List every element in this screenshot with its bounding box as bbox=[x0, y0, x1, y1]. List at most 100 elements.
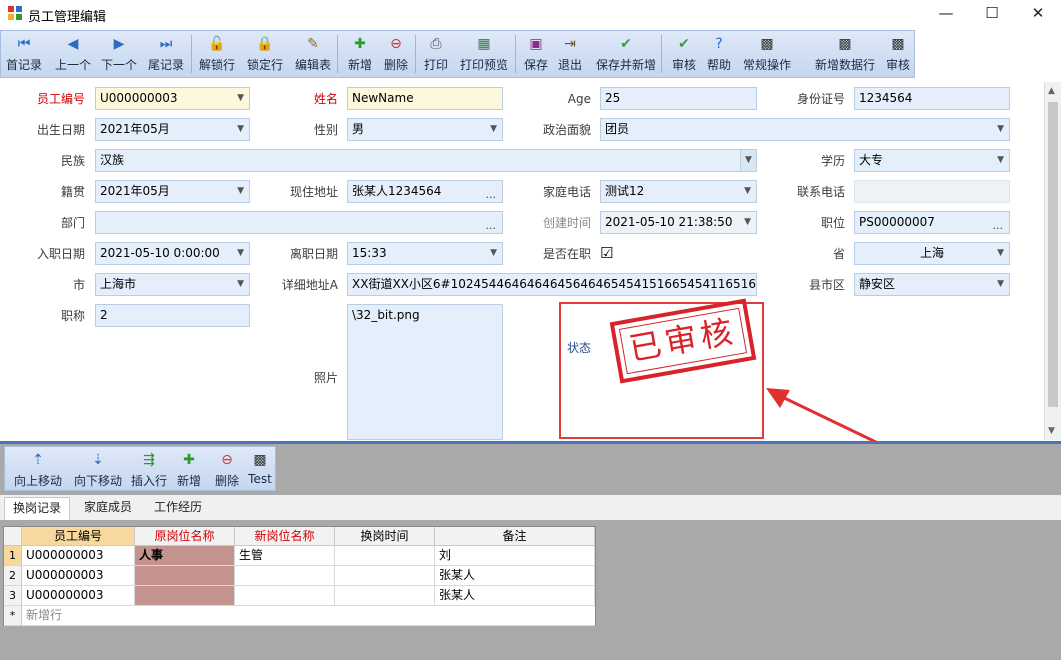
add-button[interactable]: ✚ 新增 bbox=[173, 449, 205, 491]
close-button[interactable]: ✕ bbox=[1015, 0, 1061, 28]
id-card-field[interactable]: 1234564 bbox=[854, 87, 1010, 110]
title-bar: 员工管理编辑 — ☐ ✕ bbox=[0, 0, 1061, 28]
gender-field[interactable]: 男 ▼ bbox=[347, 118, 503, 141]
table-cell[interactable] bbox=[335, 566, 435, 586]
table-cell[interactable]: 生管 bbox=[235, 546, 335, 566]
leave-date-field[interactable]: 15:33 ▼ bbox=[347, 242, 503, 265]
home-phone-field[interactable]: 测试12 ▼ bbox=[600, 180, 757, 203]
native-field[interactable]: 2021年05月 ▼ bbox=[95, 180, 250, 203]
is-active-checkbox[interactable]: ☑ bbox=[600, 244, 613, 262]
move-up-button[interactable]: ⇡ 向上移动 bbox=[9, 449, 67, 491]
scroll-down-icon[interactable]: ▼ bbox=[1048, 426, 1055, 436]
help-button[interactable]: ? 帮助 bbox=[703, 33, 735, 75]
grid-corner bbox=[4, 527, 22, 546]
lock-button[interactable]: 🔒 锁定行 bbox=[245, 33, 285, 75]
button-label: 首记录 bbox=[5, 58, 42, 72]
toolbar-separator bbox=[191, 35, 192, 73]
print-button[interactable]: ⎙ 打印 bbox=[419, 33, 453, 75]
chevron-down-icon: ▼ bbox=[237, 186, 244, 196]
address-field[interactable]: 张某人1234564... bbox=[347, 180, 503, 203]
photo-field[interactable]: \32_bit.png bbox=[347, 304, 503, 440]
save-and-new-button[interactable]: ✔ 保存并新增 bbox=[591, 33, 661, 75]
ellipsis-icon[interactable]: ... bbox=[486, 219, 497, 233]
scroll-thumb[interactable] bbox=[1048, 102, 1058, 407]
common-ops-button[interactable]: ▩ 常规操作 bbox=[739, 33, 795, 75]
last-record-button[interactable]: ⏭ 尾记录 bbox=[145, 33, 187, 75]
add-data-row-button[interactable]: ▩ 新增数据行 bbox=[809, 33, 881, 75]
politics-field[interactable]: 团员 ▼ bbox=[600, 118, 1010, 141]
ellipsis-icon[interactable]: ... bbox=[993, 219, 1004, 233]
col-header-remark[interactable]: 备注 bbox=[435, 527, 595, 546]
col-header-emp-no[interactable]: 员工编号 bbox=[22, 527, 135, 546]
form-scrollbar[interactable]: ▲ ▼ bbox=[1044, 82, 1061, 440]
table-cell[interactable]: U000000003 bbox=[22, 546, 135, 566]
table-cell[interactable] bbox=[335, 586, 435, 606]
district-field[interactable]: 静安区 ▼ bbox=[854, 273, 1010, 296]
join-date-field[interactable]: 2021-05-10 0:00:00 ▼ bbox=[95, 242, 250, 265]
edit-table-button[interactable]: ✎ 编辑表 bbox=[291, 33, 335, 75]
birth-field[interactable]: 2021年05月 ▼ bbox=[95, 118, 250, 141]
add-button[interactable]: ✚ 新增 bbox=[343, 33, 377, 75]
table-cell[interactable] bbox=[135, 566, 235, 586]
table-cell[interactable] bbox=[135, 586, 235, 606]
maximize-button[interactable]: ☐ bbox=[969, 0, 1015, 28]
education-field[interactable]: 大专 ▼ bbox=[854, 149, 1010, 172]
col-header-new-post[interactable]: 新岗位名称 bbox=[235, 527, 335, 546]
title-field[interactable]: 2 bbox=[95, 304, 250, 327]
province-field[interactable]: 上海 ▼ bbox=[854, 242, 1010, 265]
unlock-button[interactable]: 🔓 解锁行 bbox=[197, 33, 237, 75]
ellipsis-icon[interactable]: ... bbox=[486, 188, 497, 202]
tab-transfer-records[interactable]: 换岗记录 bbox=[4, 497, 71, 520]
test-button[interactable]: ▩ Test bbox=[245, 449, 275, 491]
add-data-row-icon: ▩ bbox=[838, 36, 852, 52]
minimize-button[interactable]: — bbox=[923, 0, 969, 28]
row-header[interactable]: 3 bbox=[4, 586, 22, 606]
age-field[interactable]: 25 bbox=[600, 87, 757, 110]
new-row-marker[interactable]: * bbox=[4, 606, 22, 626]
table-cell[interactable]: 张某人 bbox=[435, 586, 595, 606]
splitter[interactable] bbox=[0, 441, 1061, 444]
chevron-down-icon[interactable]: ▼ bbox=[740, 150, 756, 171]
name-field[interactable]: NewName bbox=[347, 87, 503, 110]
move-down-button[interactable]: ⇣ 向下移动 bbox=[69, 449, 127, 491]
col-header-old-post[interactable]: 原岗位名称 bbox=[135, 527, 235, 546]
emp-no-field[interactable]: U000000003 ▼ bbox=[95, 87, 250, 110]
position-field[interactable]: PS00000007... bbox=[854, 211, 1010, 234]
print-preview-button[interactable]: ▦ 打印预览 bbox=[455, 33, 513, 75]
table-cell[interactable]: U000000003 bbox=[22, 586, 135, 606]
audit-button[interactable]: ✔ 审核 bbox=[665, 33, 703, 75]
delete-button[interactable]: ⊖ 删除 bbox=[379, 33, 413, 75]
ethnic-field[interactable]: 汉族 ▼ bbox=[95, 149, 757, 172]
button-label: 保存并新增 bbox=[595, 58, 656, 72]
tab-work-history[interactable]: 工作经历 bbox=[146, 497, 210, 520]
contact-phone-field[interactable] bbox=[854, 180, 1010, 203]
row-header[interactable]: 2 bbox=[4, 566, 22, 586]
table-cell[interactable] bbox=[335, 546, 435, 566]
table-cell[interactable] bbox=[235, 586, 335, 606]
tab-family-members[interactable]: 家庭成员 bbox=[76, 497, 140, 520]
insert-row-button[interactable]: ⇶ 插入行 bbox=[129, 449, 169, 491]
audit-grid-button[interactable]: ▩ 审核 bbox=[881, 33, 915, 75]
table-cell[interactable]: U000000003 bbox=[22, 566, 135, 586]
save-button[interactable]: ▣ 保存 bbox=[519, 33, 553, 75]
chevron-down-icon: ▼ bbox=[490, 124, 497, 134]
prev-button[interactable]: ◀ 上一个 bbox=[51, 33, 95, 75]
native-label: 籍贯 bbox=[60, 185, 85, 199]
chevron-down-icon: ▼ bbox=[997, 248, 1004, 258]
table-cell[interactable]: 张某人 bbox=[435, 566, 595, 586]
dept-field[interactable]: ... bbox=[95, 211, 503, 234]
row-header[interactable]: 1 bbox=[4, 546, 22, 566]
city-field[interactable]: 上海市 ▼ bbox=[95, 273, 250, 296]
detail-addr-field[interactable]: XX街道XX小区6#102454464646464564646545415166… bbox=[347, 273, 757, 296]
table-cell[interactable]: 人事 bbox=[135, 546, 235, 566]
table-cell[interactable]: 刘 bbox=[435, 546, 595, 566]
col-header-transfer-time[interactable]: 换岗时间 bbox=[335, 527, 435, 546]
exit-button[interactable]: ⇥ 退出 bbox=[553, 33, 587, 75]
scroll-up-icon[interactable]: ▲ bbox=[1048, 86, 1055, 96]
table-cell[interactable] bbox=[235, 566, 335, 586]
next-button[interactable]: ▶ 下一个 bbox=[97, 33, 141, 75]
first-record-button[interactable]: ⏮ 首记录 bbox=[3, 33, 45, 75]
delete-button[interactable]: ⊖ 删除 bbox=[209, 449, 245, 491]
button-label: 锁定行 bbox=[246, 58, 283, 72]
new-row[interactable]: 新增行 bbox=[22, 606, 595, 626]
